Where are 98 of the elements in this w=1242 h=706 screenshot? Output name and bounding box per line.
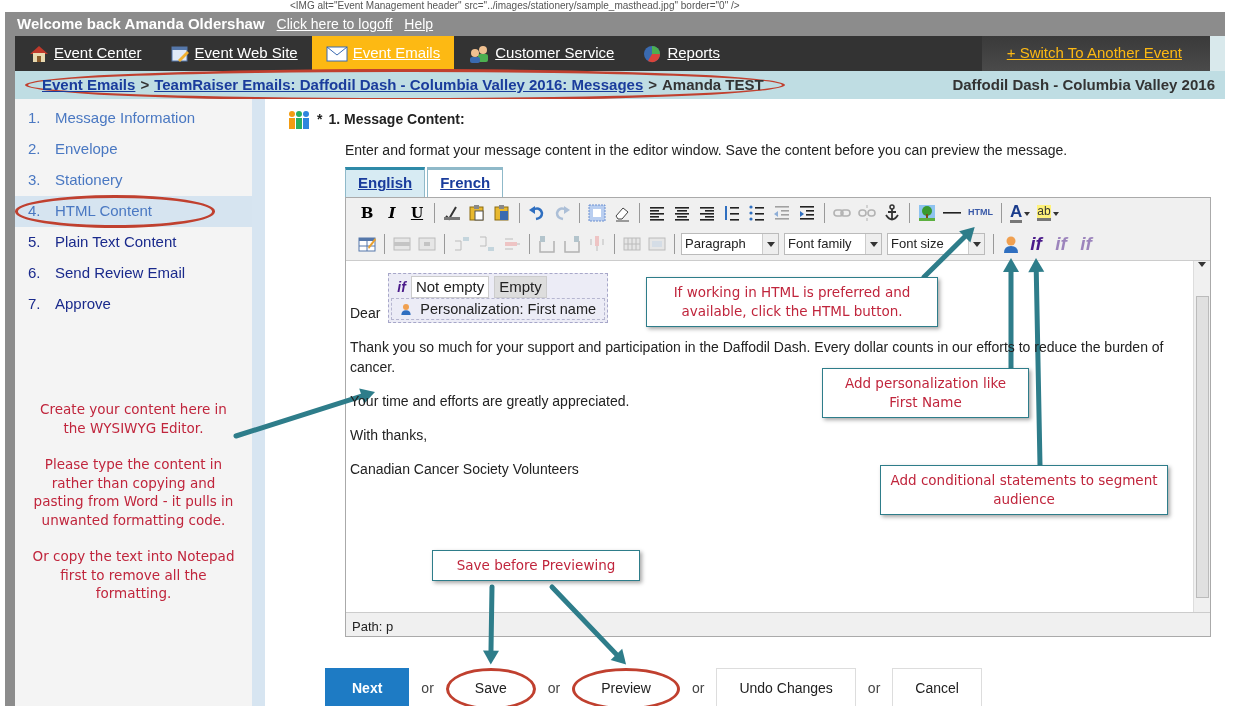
- callout: Add personalization like First Name: [822, 368, 1029, 418]
- paragraph-text: Canadian Cancer Society Volunteers: [350, 459, 579, 479]
- indent-icon: [798, 204, 816, 222]
- people-icon: [287, 109, 311, 130]
- nav-tab[interactable]: Event Center: [15, 36, 156, 71]
- nav-tab[interactable]: Event Web Site: [155, 36, 312, 71]
- note-text: Or copy the text into Notepad first to remove all the formatting.: [31, 547, 236, 603]
- arrow: [921, 227, 975, 280]
- step-link[interactable]: 1. Message Information: [15, 102, 209, 135]
- or-text: or: [867, 679, 881, 698]
- table-cell-icon: [418, 235, 436, 253]
- align-center-icon: [673, 204, 691, 222]
- table-icon: [358, 235, 376, 253]
- path-text: Path: p: [346, 611, 1210, 636]
- dropdown[interactable]: Paragraph: [681, 233, 779, 255]
- breadcrumb-link[interactable]: Event Emails: [42, 73, 136, 97]
- cancel-button[interactable]: Cancel: [892, 667, 982, 706]
- switch-event-link[interactable]: + Switch To Another Event: [992, 42, 1196, 65]
- condition-button[interactable]: if: [1025, 232, 1047, 256]
- bold-button[interactable]: B: [356, 201, 378, 225]
- section-description: Enter and format your message content in the editor window. Save the content before you can preview the message.: [345, 141, 1069, 160]
- table-row-icon: [393, 235, 411, 253]
- nav-tab[interactable]: Customer Service: [454, 36, 629, 71]
- person-icon: [1002, 235, 1020, 253]
- person-icon: [400, 301, 413, 316]
- section-title: 1. Message Content:: [328, 110, 465, 129]
- step-link[interactable]: 6. Send Review Email: [15, 257, 199, 290]
- undo-changes-button[interactable]: Undo Changes: [716, 667, 856, 706]
- envelope-icon: [325, 45, 348, 62]
- clipboard-icon: [493, 204, 511, 222]
- breadcrumb-separator: >: [140, 74, 150, 95]
- insert-column-icon: [563, 235, 581, 253]
- next-button[interactable]: Next: [325, 667, 410, 706]
- personalization-field: Personalization: First name: [391, 297, 606, 320]
- split-cells-icon: [623, 235, 641, 253]
- house-icon: [29, 44, 49, 63]
- page-icon: [169, 44, 190, 63]
- redo-icon: [553, 204, 571, 222]
- delete-row-icon: [503, 235, 521, 253]
- step-link[interactable]: 5. Plain Text Content: [15, 226, 190, 259]
- required-mark: *: [317, 110, 323, 129]
- step-link[interactable]: 4. HTML Content: [15, 195, 215, 228]
- condition-tab[interactable]: Empty: [494, 275, 547, 298]
- selectall-button[interactable]: [586, 201, 608, 225]
- callout: Add conditional statements to segment audience: [880, 465, 1168, 515]
- condition-label: if: [397, 277, 406, 297]
- anchor-icon: [883, 204, 901, 222]
- people-icon: [468, 44, 491, 63]
- outdent-icon: [773, 204, 791, 222]
- bullet-list-icon: [748, 204, 766, 222]
- save-button[interactable]: Save: [445, 667, 536, 706]
- underline-button[interactable]: U: [406, 201, 428, 225]
- breadcrumb-current: Amanda TEST: [662, 74, 764, 95]
- undo-icon: [528, 204, 546, 222]
- breadcrumb-link[interactable]: TeamRaiser Emails: Daffodil Dash - Columbia Valley 2016: Messages: [154, 73, 644, 97]
- spellcheck-icon: [443, 204, 461, 222]
- note-text: Create your content here in the WYSIWYG Editor.: [39, 400, 228, 437]
- highlight-color-button[interactable]: ab: [1035, 201, 1061, 225]
- preview-button[interactable]: Preview: [572, 667, 680, 706]
- greeting-text: Dear: [350, 303, 381, 323]
- clipboard-icon: [468, 204, 486, 222]
- step-link[interactable]: 2. Envelope: [15, 133, 131, 166]
- callout: If working in HTML is preferred and available, click the HTML button.: [646, 277, 938, 327]
- language-tab[interactable]: French: [427, 167, 504, 197]
- masthead-code: <IMG alt="Event Management header" src="../images/stationery/sample_masthead.jpg" border="0" />: [289, 0, 741, 12]
- welcome-text: Welcome back Amanda Oldershaw: [17, 13, 265, 34]
- insert-column-icon: [538, 235, 556, 253]
- scrollbar[interactable]: [1193, 260, 1210, 612]
- html-button[interactable]: HTML: [966, 201, 995, 225]
- italic-button[interactable]: I: [381, 201, 403, 225]
- image-icon: [918, 204, 936, 222]
- or-text: or: [547, 679, 561, 698]
- note-text: Please type the content in rather than copying and pasting from Word - it pulls in unwanted formatting code.: [32, 455, 235, 529]
- nav-tab[interactable]: Reports: [628, 36, 734, 71]
- select-all-icon: [588, 204, 606, 222]
- horizontal-rule-icon: [943, 211, 961, 215]
- dropdown[interactable]: Font size: [887, 233, 985, 255]
- paragraph-text: With thanks,: [350, 425, 428, 445]
- step-link[interactable]: 7. Approve: [15, 288, 124, 321]
- step-link[interactable]: 3. Stationery: [15, 164, 136, 197]
- insert-row-icon: [478, 235, 496, 253]
- or-text: or: [421, 679, 434, 698]
- broken-link-icon: [858, 204, 876, 222]
- callout: Save before Previewing: [432, 550, 640, 581]
- text-color-button[interactable]: A: [1008, 201, 1033, 225]
- dropdown[interactable]: Font family: [784, 233, 882, 255]
- insert-row-icon: [453, 235, 471, 253]
- condition-tab[interactable]: Not empty: [410, 275, 490, 298]
- language-tab[interactable]: English: [345, 167, 426, 197]
- pie-chart-icon: [642, 43, 663, 64]
- breadcrumb-separator: >: [648, 74, 657, 95]
- event-name: Daffodil Dash - Columbia Valley 2016: [952, 74, 1215, 95]
- align-left-icon: [648, 204, 666, 222]
- numbered-list-icon: [723, 204, 741, 222]
- or-text: or: [692, 679, 705, 698]
- delete-column-icon: [588, 235, 606, 253]
- align-right-icon: [698, 204, 716, 222]
- merge-cells-icon: [648, 235, 666, 253]
